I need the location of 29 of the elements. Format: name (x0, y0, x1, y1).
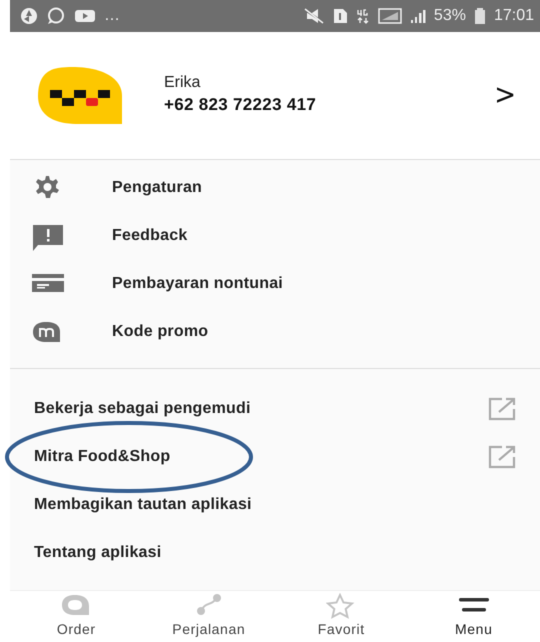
menu-item[interactable]: Bekerja sebagai pengemudi (10, 385, 540, 433)
chat-bubble-icon (46, 7, 66, 25)
sim-card-icon (332, 8, 348, 24)
taxi-logo-icon (38, 66, 124, 126)
nav-tab[interactable]: Perjalanan (142, 593, 275, 640)
user-name: Erika (164, 73, 202, 92)
chevron-icon[interactable]: > (494, 74, 516, 117)
network-type-icon (356, 8, 370, 24)
signal-bars-icon (410, 9, 426, 23)
menu-item[interactable]: Membagikan tautan aplikasi (10, 481, 540, 529)
battery-percent: 53% (434, 6, 466, 26)
menu-item[interactable]: Mitra Food&Shop (10, 433, 540, 481)
clock-time: 17:01 (494, 6, 534, 26)
menu-item[interactable]: Pengaturan (10, 164, 540, 212)
menu-item[interactable]: Pembayaran nontunai (10, 260, 540, 308)
menu-item[interactable]: Tentang aplikasi (10, 529, 540, 577)
nav-tab[interactable]: Order (10, 593, 142, 640)
mute-icon (304, 8, 324, 24)
camera-shutter-icon (20, 7, 38, 25)
signal-box-icon (378, 8, 402, 24)
star-icon (326, 593, 356, 619)
nav-tab[interactable]: Favorit (275, 593, 408, 640)
video-play-icon (74, 8, 96, 24)
notification-more: … (104, 6, 120, 26)
phone-number: +62 823 72223 417 (164, 94, 316, 116)
battery-icon (474, 8, 486, 24)
menu-item[interactable]: Kode promo (10, 308, 540, 356)
menu-item[interactable]: Feedback (10, 212, 540, 260)
nav-tab[interactable]: Menu (408, 593, 540, 640)
